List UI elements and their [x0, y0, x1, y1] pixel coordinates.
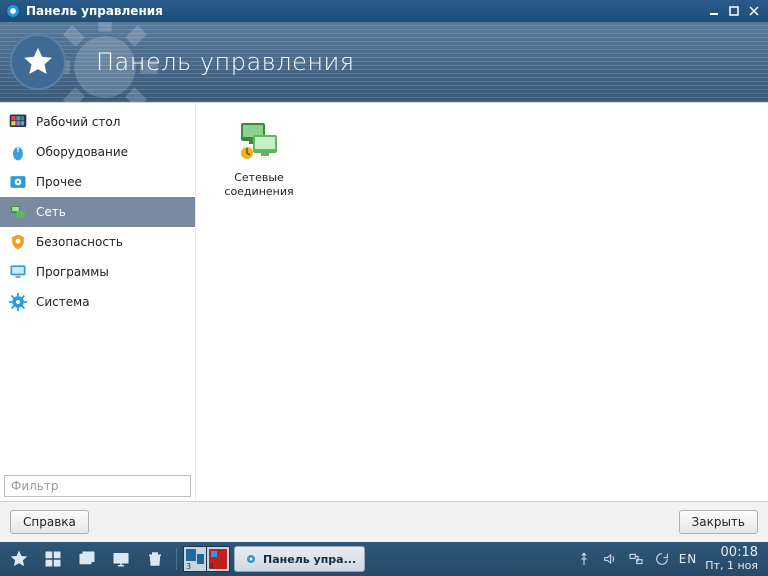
- shield-icon: [8, 232, 28, 252]
- minimize-button[interactable]: [706, 3, 722, 19]
- item-label: Сетевые соединения: [224, 171, 293, 199]
- taskbar-windows-icon[interactable]: [72, 546, 102, 572]
- app-icon: [6, 4, 20, 18]
- content-area: Сетевые соединения: [196, 103, 768, 501]
- tray-usb-icon[interactable]: [575, 550, 593, 568]
- filter-input[interactable]: [4, 475, 191, 497]
- tray-volume-icon[interactable]: [601, 550, 619, 568]
- tray-clock[interactable]: 00:18 Пт, 1 ноя: [705, 546, 758, 572]
- gear-icon: [243, 551, 259, 567]
- sidebar-item-label: Безопасность: [36, 235, 123, 249]
- filter-wrap: [0, 471, 195, 501]
- sidebar-item-label: Программы: [36, 265, 109, 279]
- help-button[interactable]: Справка: [10, 510, 89, 534]
- taskbar-grid-icon[interactable]: [38, 546, 68, 572]
- close-button[interactable]: [746, 3, 762, 19]
- sidebar-item-system[interactable]: Система: [0, 287, 195, 317]
- maximize-button[interactable]: [726, 3, 742, 19]
- sidebar-item-label: Оборудование: [36, 145, 128, 159]
- tray-network-icon[interactable]: [627, 550, 645, 568]
- gear-icon: [8, 292, 28, 312]
- sidebar-item-label: Сеть: [36, 205, 66, 219]
- taskbar: 3 4 Панель упра... EN 00:18 Пт, 1 ноя: [0, 542, 768, 576]
- sidebar-item-other[interactable]: Прочее: [0, 167, 195, 197]
- pager-workspace-4[interactable]: 4: [207, 547, 229, 571]
- workspace-pager[interactable]: 3 4: [183, 546, 230, 572]
- titlebar: Панель управления: [0, 0, 768, 22]
- gear-box-icon: [8, 172, 28, 192]
- body: Рабочий стол Оборудование Прочее: [0, 102, 768, 502]
- monitor-icon: [8, 262, 28, 282]
- item-network-connections[interactable]: Сетевые соединения: [216, 117, 302, 199]
- sidebar-item-label: Прочее: [36, 175, 82, 189]
- taskbar-active-task[interactable]: Панель упра...: [234, 546, 365, 572]
- page-title: Панель управления: [96, 48, 355, 76]
- close-window-button[interactable]: Закрыть: [679, 510, 758, 534]
- network-icon: [8, 202, 28, 222]
- banner: Панель управления: [0, 22, 768, 102]
- desktop-grid-icon: [8, 112, 28, 132]
- taskbar-trash-icon[interactable]: [140, 546, 170, 572]
- taskbar-desktop-icon[interactable]: [106, 546, 136, 572]
- control-panel-window: Панель управления Панель управления: [0, 0, 768, 542]
- banner-star-icon: [10, 34, 66, 90]
- system-tray: EN 00:18 Пт, 1 ноя: [575, 546, 764, 572]
- sidebar-item-programs[interactable]: Программы: [0, 257, 195, 287]
- sidebar-item-hardware[interactable]: Оборудование: [0, 137, 195, 167]
- sidebar-item-label: Система: [36, 295, 90, 309]
- mouse-icon: [8, 142, 28, 162]
- tray-updates-icon[interactable]: [653, 550, 671, 568]
- sidebar-item-network[interactable]: Сеть: [0, 197, 195, 227]
- window-title: Панель управления: [26, 4, 163, 18]
- sidebar-item-label: Рабочий стол: [36, 115, 120, 129]
- category-list: Рабочий стол Оборудование Прочее: [0, 103, 195, 471]
- start-button[interactable]: [4, 546, 34, 572]
- sidebar-item-desktop[interactable]: Рабочий стол: [0, 107, 195, 137]
- pager-workspace-3[interactable]: 3: [184, 547, 206, 571]
- sidebar-item-security[interactable]: Безопасность: [0, 227, 195, 257]
- footer: Справка Закрыть: [0, 502, 768, 542]
- task-label: Панель упра...: [263, 553, 356, 566]
- network-connections-icon: [235, 117, 283, 165]
- sidebar: Рабочий стол Оборудование Прочее: [0, 103, 196, 501]
- tray-language[interactable]: EN: [679, 552, 698, 566]
